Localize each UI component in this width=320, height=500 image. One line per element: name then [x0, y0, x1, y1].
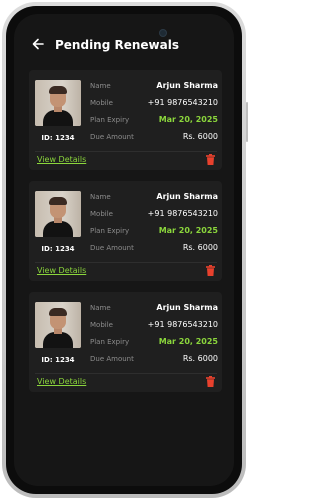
- due-amount-value: Rs. 6000: [182, 243, 218, 252]
- renewal-card: ID: 1234 Name Arjun Sharma Mobile +91 98…: [29, 292, 222, 392]
- name-label: Name: [90, 82, 111, 90]
- member-name: Arjun Sharma: [156, 81, 218, 90]
- power-button: [246, 102, 248, 142]
- card-divider: [35, 262, 217, 263]
- member-name: Arjun Sharma: [156, 192, 218, 201]
- member-name: Arjun Sharma: [156, 303, 218, 312]
- app-screen: Pending Renewals ID: 1234 Name Arjun Sha…: [14, 14, 234, 486]
- view-details-link[interactable]: View Details: [37, 377, 86, 387]
- member-mobile: +91 9876543210: [147, 98, 218, 107]
- trash-icon[interactable]: [206, 376, 215, 387]
- name-label: Name: [90, 193, 111, 201]
- card-divider: [35, 151, 217, 152]
- plan-expiry-value: Mar 20, 2025: [158, 337, 218, 346]
- mobile-label: Mobile: [90, 99, 113, 107]
- view-details-link[interactable]: View Details: [37, 155, 86, 165]
- member-photo: [35, 302, 81, 348]
- member-id: ID: 1234: [41, 245, 75, 253]
- name-label: Name: [90, 304, 111, 312]
- trash-icon[interactable]: [206, 154, 215, 165]
- mobile-label: Mobile: [90, 321, 113, 329]
- plan-expiry-value: Mar 20, 2025: [158, 115, 218, 124]
- member-id: ID: 1234: [41, 134, 75, 142]
- renewal-card: ID: 1234 Name Arjun Sharma Mobile +91 98…: [29, 70, 222, 170]
- phone-frame: Pending Renewals ID: 1234 Name Arjun Sha…: [2, 2, 248, 498]
- trash-icon[interactable]: [206, 265, 215, 276]
- arrow-left-icon[interactable]: [32, 38, 44, 50]
- plan-expiry-label: Plan Expiry: [90, 338, 130, 346]
- plan-expiry-label: Plan Expiry: [90, 227, 130, 235]
- due-amount-value: Rs. 6000: [182, 132, 218, 141]
- due-amount-label: Due Amount: [90, 133, 134, 141]
- plan-expiry-value: Mar 20, 2025: [158, 226, 218, 235]
- card-divider: [35, 373, 217, 374]
- member-mobile: +91 9876543210: [147, 320, 218, 329]
- member-id: ID: 1234: [41, 356, 75, 364]
- plan-expiry-label: Plan Expiry: [90, 116, 130, 124]
- view-details-link[interactable]: View Details: [37, 266, 86, 276]
- due-amount-label: Due Amount: [90, 244, 134, 252]
- mobile-label: Mobile: [90, 210, 113, 218]
- due-amount-label: Due Amount: [90, 355, 134, 363]
- member-photo: [35, 191, 81, 237]
- page-title: Pending Renewals: [55, 38, 179, 52]
- renewal-card: ID: 1234 Name Arjun Sharma Mobile +91 98…: [29, 181, 222, 281]
- due-amount-value: Rs. 6000: [182, 354, 218, 363]
- member-mobile: +91 9876543210: [147, 209, 218, 218]
- member-photo: [35, 80, 81, 126]
- phone-bezel: Pending Renewals ID: 1234 Name Arjun Sha…: [6, 6, 242, 494]
- app-header: Pending Renewals: [14, 14, 234, 70]
